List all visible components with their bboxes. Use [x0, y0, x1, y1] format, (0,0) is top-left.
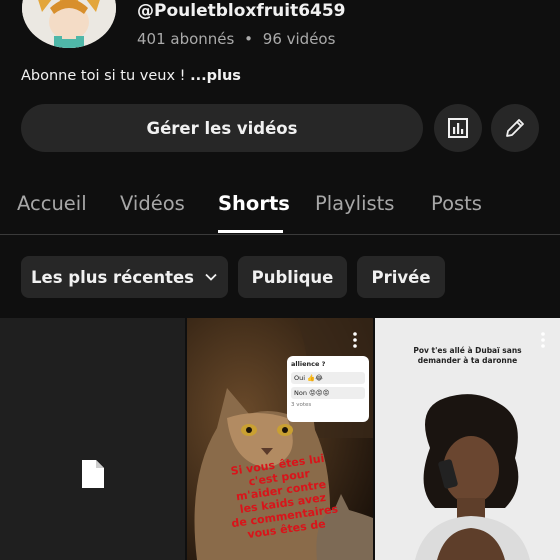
poll-option-no: Non 😡😡😡	[291, 387, 365, 399]
tab-accueil[interactable]: Accueil	[17, 192, 87, 215]
caption-line: Pov t'es allé à Dubaï sans	[413, 346, 522, 355]
tab-shorts[interactable]: Shorts	[218, 192, 290, 215]
bio-more-link[interactable]: ...plus	[190, 68, 241, 84]
bio-text: Abonne toi si tu veux !	[21, 68, 186, 84]
chevron-down-icon	[205, 273, 217, 281]
edit-channel-button[interactable]	[491, 104, 539, 152]
filter-private-chip[interactable]: Privée	[357, 256, 445, 298]
channel-description[interactable]: Abonne toi si tu veux ! ...plus	[21, 68, 241, 84]
subscriber-count: 401 abonnés	[137, 30, 235, 48]
channel-avatar[interactable]	[22, 0, 116, 48]
short-thumbnail-dubai[interactable]: Pov t'es allé à Dubaï sans demander à ta…	[375, 318, 560, 560]
analytics-button[interactable]	[434, 104, 482, 152]
poll-card: allience ? Oui 👍😂 Non 😡😡😡 3 votes	[287, 356, 369, 422]
tab-playlists[interactable]: Playlists	[315, 192, 394, 215]
pencil-icon	[506, 119, 524, 137]
poll-title: allience ?	[291, 360, 326, 368]
poll-footer: 3 votes	[291, 402, 312, 408]
stats-separator: •	[244, 30, 253, 48]
channel-stats: 401 abonnés • 96 vidéos	[137, 30, 335, 48]
short-thumbnail-placeholder[interactable]	[0, 318, 185, 560]
more-vert-icon[interactable]	[541, 332, 545, 348]
channel-handle: @Pouletbloxfruit6459	[137, 1, 346, 21]
video-count: 96 vidéos	[262, 30, 336, 48]
tab-videos[interactable]: Vidéos	[120, 192, 185, 215]
short-thumbnail-cat[interactable]: allience ? Oui 👍😂 Non 😡😡😡 3 votes Si vou…	[187, 318, 373, 560]
tab-posts[interactable]: Posts	[431, 192, 482, 215]
avatar-illustration	[22, 0, 116, 48]
filter-public-chip[interactable]: Publique	[238, 256, 347, 298]
channel-tabs: Accueil Vidéos Shorts Playlists Posts	[0, 180, 560, 235]
more-vert-icon[interactable]	[353, 332, 357, 348]
file-icon	[82, 460, 104, 488]
sort-dropdown[interactable]: Les plus récentes	[21, 256, 228, 298]
sort-label: Les plus récentes	[31, 267, 194, 287]
caption-line: demander à ta daronne	[417, 356, 518, 365]
dubai-caption: Pov t'es allé à Dubaï sans demander à ta…	[395, 346, 540, 366]
poll-option-yes: Oui 👍😂	[291, 372, 365, 384]
bar-chart-icon	[448, 118, 468, 138]
manage-videos-button[interactable]: Gérer les vidéos	[21, 104, 423, 152]
active-tab-indicator	[218, 230, 283, 233]
